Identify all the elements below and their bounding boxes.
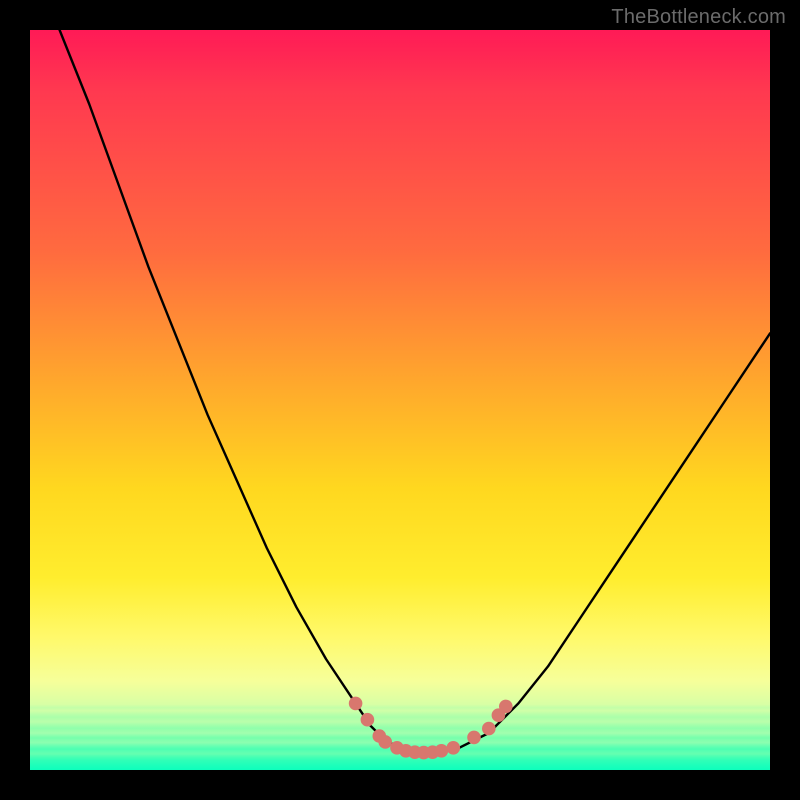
- watermark-text: TheBottleneck.com: [611, 6, 786, 29]
- curve-marker: [349, 697, 363, 711]
- curve-marker: [467, 731, 481, 745]
- curve-marker: [447, 741, 461, 755]
- chart-frame: TheBottleneck.com: [0, 0, 800, 800]
- plot-area: [30, 30, 770, 770]
- curve-marker: [482, 722, 496, 736]
- curve-marker: [361, 713, 375, 727]
- curve-layer: [30, 30, 770, 770]
- bottleneck-curve: [30, 30, 770, 753]
- curve-marker: [499, 700, 513, 714]
- curve-marker: [378, 735, 392, 749]
- curve-marker: [435, 744, 449, 758]
